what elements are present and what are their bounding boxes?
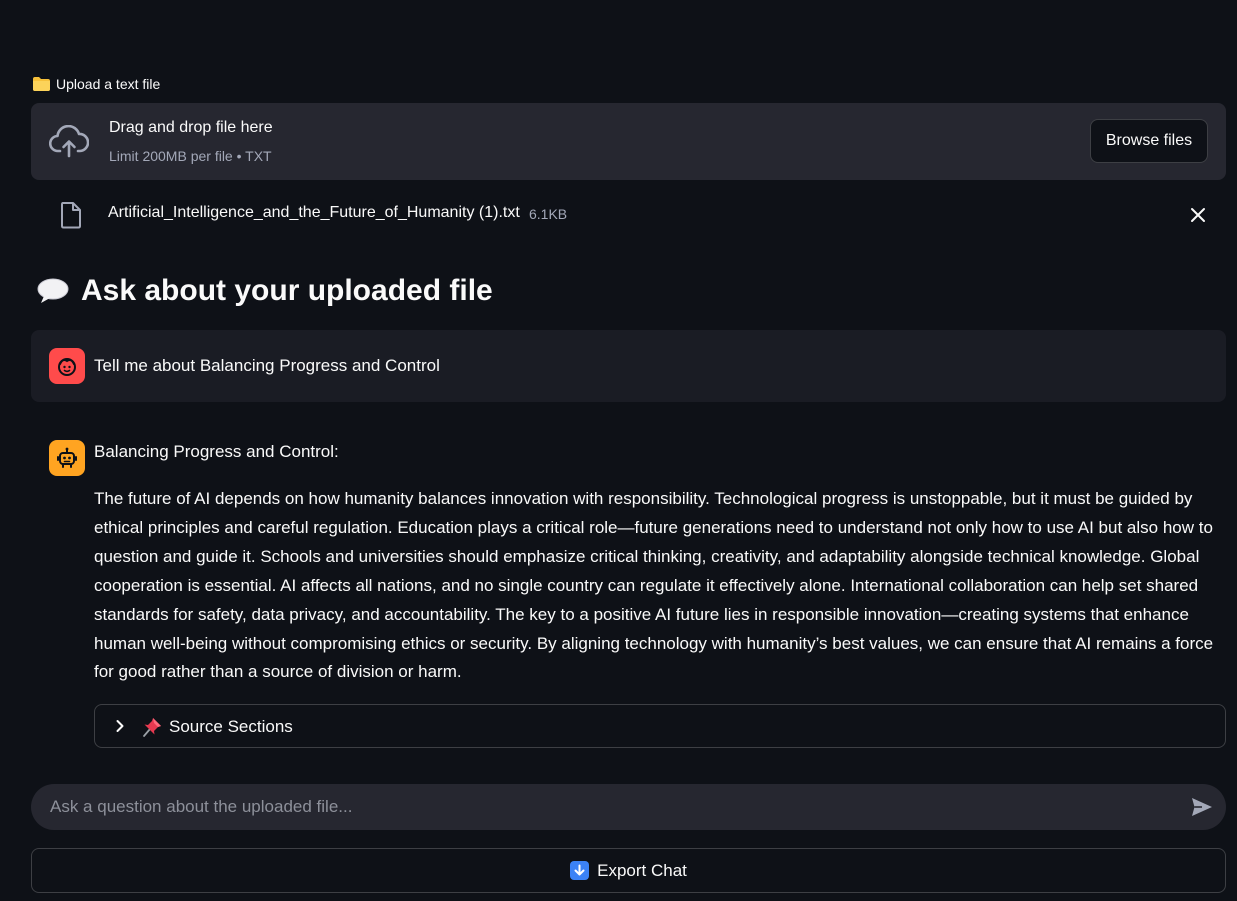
- source-sections-expander[interactable]: Source Sections: [94, 704, 1226, 748]
- file-dropzone[interactable]: Drag and drop file here Limit 200MB per …: [31, 103, 1226, 180]
- uploaded-file-size: 6.1KB: [529, 206, 568, 222]
- chat-message-user: Tell me about Balancing Progress and Con…: [31, 330, 1226, 402]
- cloud-upload-icon: [49, 125, 89, 158]
- pushpin-icon: [143, 718, 161, 737]
- app-page: Upload a text file Drag and drop file he…: [0, 0, 1237, 901]
- robot-avatar-icon: [49, 440, 85, 476]
- send-icon[interactable]: [1190, 796, 1214, 818]
- assistant-message-body: The future of AI depends on how humanity…: [94, 489, 1214, 682]
- down-arrow-icon: [570, 861, 590, 880]
- uploader-label: Upload a text file: [33, 76, 160, 92]
- dropzone-title: Drag and drop file here: [109, 119, 273, 136]
- chevron-right-icon: [116, 720, 124, 732]
- user-message-text: Tell me about Balancing Progress and Con…: [94, 356, 440, 375]
- speech-bubble-icon: [37, 278, 69, 303]
- user-avatar-icon: [49, 348, 85, 384]
- chat-input-container: [31, 784, 1226, 830]
- close-icon[interactable]: [1188, 205, 1208, 225]
- page-heading: Ask about your uploaded file: [37, 274, 493, 308]
- browse-files-button[interactable]: Browse files: [1090, 119, 1208, 163]
- assistant-message-title: Balancing Progress and Control:: [94, 442, 339, 461]
- file-icon: [61, 202, 81, 229]
- uploaded-file-row: Artificial_Intelligence_and_the_Future_o…: [31, 195, 1226, 235]
- dropzone-limit: Limit 200MB per file • TXT: [109, 148, 272, 164]
- export-chat-label: Export Chat: [597, 860, 687, 880]
- export-chat-button[interactable]: Export Chat: [31, 848, 1226, 893]
- chat-message-assistant: Balancing Progress and Control: The futu…: [31, 425, 1226, 755]
- uploader-label-text: Upload a text file: [56, 76, 161, 92]
- uploaded-file-name: Artificial_Intelligence_and_the_Future_o…: [108, 204, 520, 221]
- folder-icon: [33, 77, 50, 91]
- chat-input[interactable]: [50, 784, 1170, 830]
- source-sections-label: Source Sections: [169, 717, 293, 736]
- page-title: Ask about your uploaded file: [81, 274, 493, 307]
